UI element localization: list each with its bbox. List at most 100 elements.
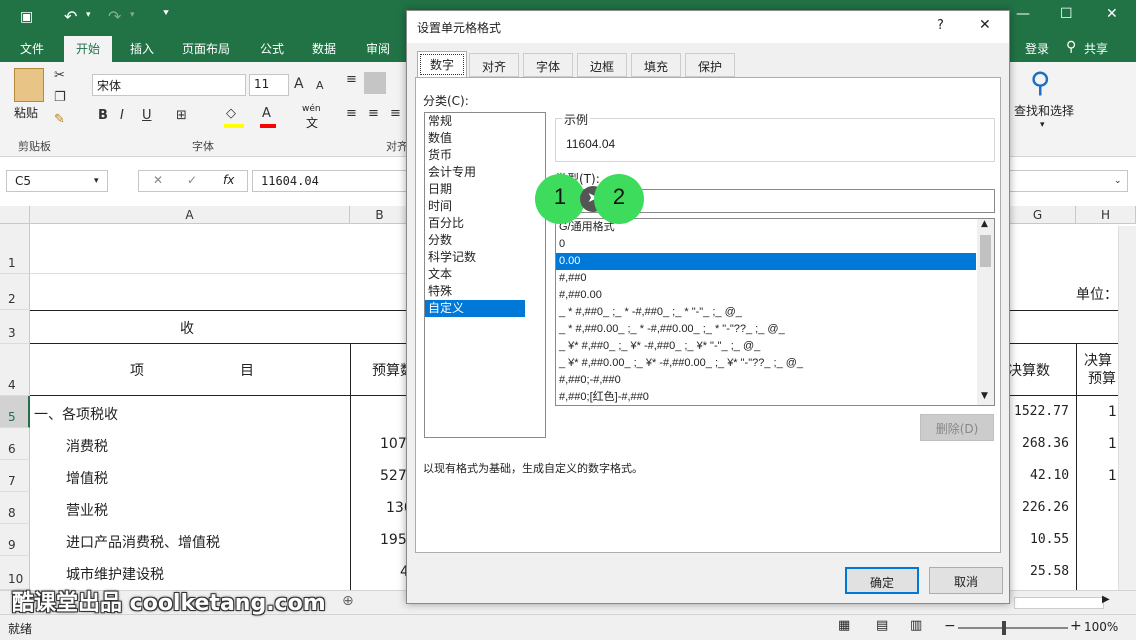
fill-color-icon[interactable]: ◇: [226, 106, 236, 121]
category-item[interactable]: 分数: [425, 232, 545, 249]
scroll-thumb[interactable]: [980, 235, 991, 267]
row-header-4[interactable]: 4: [0, 344, 30, 396]
category-item[interactable]: 货币: [425, 147, 545, 164]
page-break-view-icon[interactable]: ▥: [910, 618, 922, 633]
cell-g10[interactable]: 25.58: [1030, 564, 1069, 579]
phonetic-label[interactable]: wén: [302, 104, 321, 114]
name-box-dropdown-icon[interactable]: ▾: [94, 176, 99, 186]
format-list[interactable]: G/通用格式 0 0.00 #,##0 #,##0.00 _ * #,##0_ …: [555, 218, 995, 406]
tab-insert[interactable]: 插入: [130, 40, 154, 57]
tab-file[interactable]: 文件: [20, 40, 44, 57]
format-painter-icon[interactable]: ✎: [54, 112, 65, 127]
tab-data[interactable]: 数据: [312, 40, 336, 57]
format-item[interactable]: #,##0: [556, 270, 976, 287]
minimize-icon[interactable]: —: [1016, 6, 1030, 22]
row-header-2[interactable]: 2: [0, 274, 30, 310]
vertical-scrollbar[interactable]: [1118, 226, 1136, 590]
share-button[interactable]: 共享: [1084, 40, 1108, 57]
col-header-h[interactable]: H: [1076, 206, 1136, 224]
cancel-icon[interactable]: ✕: [153, 173, 163, 187]
help-button[interactable]: ?: [937, 18, 944, 33]
tab-page-layout[interactable]: 页面布局: [182, 40, 230, 57]
align-left-icon[interactable]: ≡: [346, 106, 357, 121]
customize-qat-icon[interactable]: ⯆: [162, 8, 170, 19]
format-item[interactable]: _ ¥* #,##0.00_ ;_ ¥* -#,##0.00_ ;_ ¥* "-…: [556, 355, 976, 372]
row-header-5[interactable]: 5: [0, 396, 30, 428]
cell-a8[interactable]: 营业税: [66, 500, 108, 520]
borders-icon[interactable]: ⊞: [176, 108, 187, 123]
cell-g5[interactable]: 1522.77: [1014, 404, 1069, 419]
scroll-right-icon[interactable]: ▶: [1102, 594, 1110, 605]
cell-a9[interactable]: 进口产品消费税、增值税: [66, 532, 220, 552]
paste-icon[interactable]: [14, 68, 44, 102]
tab-formulas[interactable]: 公式: [260, 40, 284, 57]
tab-font[interactable]: 字体: [523, 53, 574, 77]
row-header-3[interactable]: 3: [0, 310, 30, 344]
zoom-slider[interactable]: [958, 627, 1068, 629]
category-item[interactable]: 科学记数: [425, 249, 545, 266]
category-item[interactable]: 数值: [425, 130, 545, 147]
tab-border[interactable]: 边框: [577, 53, 628, 77]
category-item[interactable]: 常规: [425, 113, 545, 130]
login-link[interactable]: 登录: [1025, 40, 1049, 57]
row-header-9[interactable]: 9: [0, 524, 30, 556]
bold-button[interactable]: B: [98, 108, 108, 123]
grow-font-button[interactable]: A: [294, 76, 304, 92]
row-header-7[interactable]: 7: [0, 460, 30, 492]
cell-a7[interactable]: 增值税: [66, 468, 108, 488]
cell-h6[interactable]: 1: [1108, 436, 1117, 452]
col-header-g[interactable]: G: [1000, 206, 1076, 224]
category-item[interactable]: 日期: [425, 181, 545, 198]
cell-a6[interactable]: 消费税: [66, 436, 108, 456]
zoom-level[interactable]: 100%: [1084, 620, 1118, 634]
cut-icon[interactable]: ✂: [54, 68, 65, 83]
align-top-icon[interactable]: ≡: [346, 72, 357, 87]
format-list-scrollbar[interactable]: ▲ ▼: [977, 219, 994, 405]
tab-fill[interactable]: 填充: [631, 53, 682, 77]
undo-dropdown-icon[interactable]: ▾: [86, 10, 91, 20]
scroll-up-icon[interactable]: ▲: [981, 219, 988, 229]
zoom-in-button[interactable]: +: [1070, 618, 1082, 634]
format-item[interactable]: 0: [556, 236, 976, 253]
copy-icon[interactable]: ❐: [54, 90, 66, 105]
align-center-icon[interactable]: ≡: [368, 106, 379, 121]
category-item-selected[interactable]: 自定义: [425, 300, 525, 317]
category-item[interactable]: 特殊: [425, 283, 545, 300]
expand-formula-icon[interactable]: ⌄: [1114, 176, 1122, 186]
phonetic-char[interactable]: 文: [306, 114, 318, 131]
format-item[interactable]: _ ¥* #,##0_ ;_ ¥* -#,##0_ ;_ ¥* "-"_ ;_ …: [556, 338, 976, 355]
page-layout-view-icon[interactable]: ▤: [876, 618, 888, 633]
cancel-button[interactable]: 取消: [929, 567, 1003, 594]
format-item-selected[interactable]: 0.00: [556, 253, 976, 270]
cell-h5[interactable]: 1: [1108, 404, 1117, 420]
cell-a5[interactable]: 一、各项税收: [34, 404, 118, 424]
scroll-down-icon[interactable]: ▼: [981, 391, 988, 401]
shrink-font-button[interactable]: A: [316, 79, 324, 92]
save-icon[interactable]: ▣: [20, 9, 33, 25]
horizontal-scrollbar[interactable]: [1014, 597, 1104, 609]
tab-review[interactable]: 审阅: [366, 40, 390, 57]
select-all-corner[interactable]: [0, 206, 30, 224]
col-header-a[interactable]: A: [30, 206, 350, 224]
align-middle-icon[interactable]: [364, 72, 386, 94]
category-item[interactable]: 会计专用: [425, 164, 545, 181]
maximize-icon[interactable]: ☐: [1060, 6, 1073, 22]
cell-g7[interactable]: 42.10: [1030, 468, 1069, 483]
tab-number[interactable]: 数字: [417, 51, 468, 78]
ok-button[interactable]: 确定: [845, 567, 919, 594]
cell-g9[interactable]: 10.55: [1030, 532, 1069, 547]
format-item[interactable]: _ * #,##0_ ;_ * -#,##0_ ;_ * "-"_ ;_ @_: [556, 304, 976, 321]
col-header-b[interactable]: B: [350, 206, 410, 224]
zoom-slider-thumb[interactable]: [1002, 621, 1006, 635]
zoom-out-button[interactable]: −: [944, 618, 956, 634]
insert-function-icon[interactable]: fx: [223, 173, 234, 187]
font-color-button[interactable]: A: [262, 106, 271, 121]
format-item[interactable]: _ * #,##0.00_ ;_ * -#,##0.00_ ;_ * "-"??…: [556, 321, 976, 338]
name-box[interactable]: C5: [6, 170, 108, 192]
row-header-1[interactable]: 1: [0, 224, 30, 274]
category-item[interactable]: 时间: [425, 198, 545, 215]
cell-a10[interactable]: 城市维护建设税: [66, 564, 164, 584]
align-right-icon[interactable]: ≡: [390, 106, 401, 121]
row-header-6[interactable]: 6: [0, 428, 30, 460]
cell-g8[interactable]: 226.26: [1022, 500, 1069, 515]
